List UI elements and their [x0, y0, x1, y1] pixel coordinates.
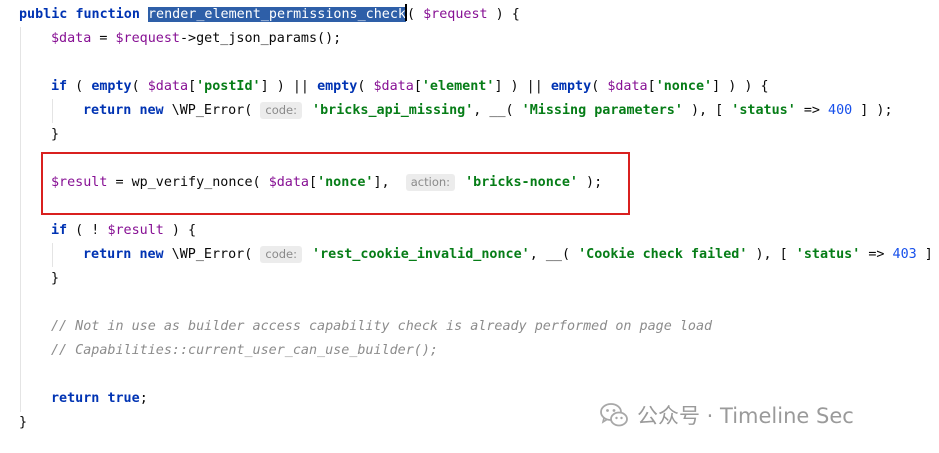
string-literal: 'postId'	[196, 79, 261, 94]
param-request: $request	[423, 7, 488, 22]
code-punct: , __(	[529, 247, 579, 262]
code-line-4: if ( empty( $data['postId'] ) || empty( …	[51, 75, 769, 99]
code-punct: (	[67, 79, 92, 94]
var-data: $data	[607, 79, 648, 94]
code-line-2: $data = $request->get_json_params();	[51, 27, 341, 51]
code-comment: // Capabilities::current_user_can_use_bu…	[51, 343, 438, 358]
var-data: $data	[51, 31, 92, 46]
code-punct: (	[357, 79, 374, 94]
string-literal: 'status'	[795, 247, 861, 262]
string-literal: 'status'	[731, 103, 796, 118]
code-punct: =	[91, 31, 116, 46]
closing-brace: }	[51, 127, 60, 142]
keyword-function: function	[75, 7, 140, 22]
keyword-empty: empty	[317, 79, 358, 94]
string-literal: 'rest_cookie_invalid_nonce'	[312, 247, 530, 262]
watermark-text: 公众号 · Timeline Sec	[637, 404, 854, 428]
var-request: $request	[115, 31, 181, 46]
keyword-true: true	[107, 391, 140, 406]
highlight-box	[41, 152, 630, 215]
indent-guide	[52, 99, 53, 123]
code-line-1: public function render_element_permissio…	[19, 3, 520, 27]
code-punct: ), [	[747, 247, 796, 262]
string-literal: 'Cookie check failed'	[578, 247, 748, 262]
code-punct: ) {	[163, 223, 197, 238]
keyword-if: if	[51, 79, 68, 94]
keyword-new: new	[139, 103, 164, 118]
keyword-if: if	[51, 223, 68, 238]
code-punct: ] ) ||	[260, 79, 318, 94]
code-punct: ) {	[487, 7, 520, 22]
code-comment: // Not in use as builder access capabili…	[51, 319, 713, 334]
code-line-12: }	[51, 267, 59, 291]
indent-guide	[20, 27, 21, 412]
code-line-6: }	[51, 123, 59, 147]
keyword-return: return	[83, 103, 132, 118]
code-punct: (	[406, 7, 424, 22]
code-line-18: }	[19, 411, 27, 435]
class-name: \WP_Error(	[163, 247, 261, 262]
code-punct: [	[647, 79, 656, 94]
code-line-15: // Capabilities::current_user_can_use_bu…	[51, 339, 438, 363]
code-line-11: return new \WP_Error( code: 'rest_cookie…	[83, 243, 939, 267]
keyword-return: return	[83, 247, 132, 262]
code-line-5: return new \WP_Error( code: 'bricks_api_…	[83, 99, 893, 123]
string-literal: 'nonce'	[655, 79, 713, 94]
var-result: $result	[107, 223, 164, 238]
code-line-14: // Not in use as builder access capabili…	[51, 315, 712, 339]
keyword-empty: empty	[91, 79, 132, 94]
closing-brace: }	[51, 271, 60, 286]
string-literal: 'element'	[421, 79, 495, 94]
code-punct: ] ) ) {	[712, 79, 769, 94]
wechat-icon	[600, 403, 628, 427]
code-punct: ] ) ||	[494, 79, 551, 94]
method-call: ->get_json_params();	[180, 31, 342, 46]
number-literal: 403	[892, 247, 917, 262]
code-punct: ] );	[852, 103, 893, 118]
string-literal: 'Missing parameters'	[521, 103, 683, 118]
string-literal: 'bricks_api_missing'	[312, 103, 474, 118]
code-punct: , __(	[473, 103, 522, 118]
keyword-public: public	[19, 7, 68, 22]
code-punct: ( !	[67, 223, 108, 238]
code-punct: =>	[795, 103, 829, 118]
code-punct: (	[591, 79, 608, 94]
keyword-new: new	[139, 247, 164, 262]
code-line-10: if ( ! $result ) {	[51, 219, 196, 243]
watermark: 公众号 · Timeline Sec	[599, 398, 854, 432]
var-data: $data	[147, 79, 189, 94]
closing-brace: }	[19, 415, 28, 430]
number-literal: 400	[828, 103, 853, 118]
code-punct: [	[188, 79, 197, 94]
code-editor[interactable]: public function render_element_permissio…	[0, 0, 939, 453]
class-name: \WP_Error(	[163, 103, 261, 118]
var-data: $data	[373, 79, 414, 94]
code-punct: [	[413, 79, 422, 94]
param-hint-code: code:	[260, 102, 302, 119]
keyword-return: return	[51, 391, 100, 406]
code-punct: =>	[860, 247, 893, 262]
code-punct: ), [	[682, 103, 732, 118]
code-punct: ]	[916, 247, 939, 262]
code-punct: (	[131, 79, 148, 94]
indent-guide	[52, 243, 53, 267]
selected-function-name[interactable]: render_element_permissions_check	[148, 7, 406, 22]
keyword-empty: empty	[550, 79, 592, 94]
param-hint-code: code:	[260, 246, 302, 263]
code-punct: ;	[139, 391, 148, 406]
code-line-17: return true;	[51, 387, 148, 411]
